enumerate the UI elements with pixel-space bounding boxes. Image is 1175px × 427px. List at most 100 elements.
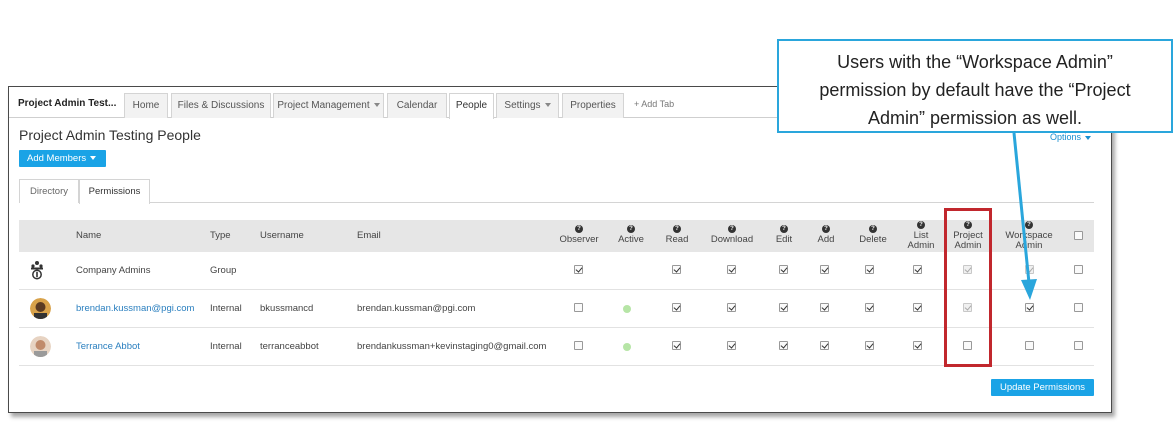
col-read: ? Read [661, 225, 693, 245]
tab-people[interactable]: People [449, 93, 494, 119]
download-checkbox[interactable] [727, 265, 736, 274]
project-admin-highlight-box [944, 208, 992, 367]
edit-checkbox[interactable] [779, 303, 788, 312]
col-label: Delete [859, 234, 887, 245]
help-icon[interactable]: ? [869, 225, 877, 233]
table-row: Company Admins Group [19, 252, 1094, 290]
row-select-checkbox[interactable] [1074, 341, 1083, 350]
col-add: ? Add [812, 225, 840, 245]
row-name-link[interactable]: brendan.kussman@pgi.com [76, 303, 194, 314]
chevron-down-icon [90, 156, 97, 161]
group-icon [31, 261, 43, 280]
help-icon[interactable]: ? [780, 225, 788, 233]
list-admin-checkbox[interactable] [913, 265, 922, 274]
help-icon[interactable]: ? [728, 225, 736, 233]
col-type[interactable]: Type [210, 231, 231, 241]
help-icon[interactable]: ? [1025, 221, 1033, 229]
workspace-admin-checkbox[interactable] [1025, 303, 1034, 312]
subtab-bar: Directory Permissions [19, 179, 1094, 204]
update-permissions-button[interactable]: Update Permissions [991, 379, 1094, 396]
row-email: brendan.kussman@pgi.com [357, 303, 476, 314]
add-checkbox[interactable] [820, 303, 829, 312]
select-all-checkbox[interactable] [1074, 231, 1083, 240]
tab-files-discussions[interactable]: Files & Discussions [171, 93, 271, 118]
subtab-permissions[interactable]: Permissions [79, 179, 150, 204]
delete-checkbox[interactable] [865, 265, 874, 274]
read-checkbox[interactable] [672, 341, 681, 350]
help-icon[interactable]: ? [917, 221, 925, 229]
options-menu[interactable]: Options [1050, 132, 1092, 142]
workspace-admin-checkbox[interactable] [1025, 265, 1034, 274]
avatar[interactable] [30, 336, 51, 357]
col-email[interactable]: Email [357, 231, 381, 241]
workspace-title[interactable]: Project Admin Test... [18, 98, 116, 109]
row-username: bkussmancd [260, 303, 314, 314]
delete-checkbox[interactable] [865, 341, 874, 350]
chevron-down-icon [544, 103, 551, 108]
add-checkbox[interactable] [820, 341, 829, 350]
add-members-label: Add Members [27, 153, 87, 164]
chevron-down-icon [1085, 135, 1092, 140]
row-name-link[interactable]: Terrance Abbot [76, 341, 140, 352]
row-name: Company Admins [76, 265, 151, 276]
tab-home[interactable]: Home [124, 93, 168, 118]
add-checkbox[interactable] [820, 265, 829, 274]
edit-checkbox[interactable] [779, 265, 788, 274]
col-label: List Admin [907, 230, 935, 251]
observer-checkbox[interactable] [574, 303, 583, 312]
col-edit: ? Edit [770, 225, 798, 245]
row-type: Internal [210, 303, 242, 314]
tab-calendar[interactable]: Calendar [387, 93, 447, 118]
add-members-button[interactable]: Add Members [19, 150, 106, 167]
download-checkbox[interactable] [727, 303, 736, 312]
row-select-checkbox[interactable] [1074, 303, 1083, 312]
col-username[interactable]: Username [260, 231, 304, 241]
help-icon[interactable]: ? [575, 225, 583, 233]
col-name[interactable]: Name [76, 231, 101, 241]
read-checkbox[interactable] [672, 303, 681, 312]
col-label: Add [817, 234, 835, 245]
callout-box: Users with the “Workspace Admin” permiss… [777, 39, 1173, 133]
subtab-directory[interactable]: Directory [19, 179, 79, 203]
col-label: Download [710, 234, 754, 245]
help-icon[interactable]: ? [673, 225, 681, 233]
observer-checkbox[interactable] [574, 265, 583, 274]
list-admin-checkbox[interactable] [913, 303, 922, 312]
table-header: Name Type Username Email ? Observer ? Acti… [19, 220, 1094, 252]
edit-checkbox[interactable] [779, 341, 788, 350]
table-row: brendan.kussman@pgi.com Internal bkussma… [19, 290, 1094, 328]
read-checkbox[interactable] [672, 265, 681, 274]
list-admin-checkbox[interactable] [913, 341, 922, 350]
table-row: Terrance Abbot Internal terranceabbot br… [19, 328, 1094, 366]
col-list-admin: ? List Admin [905, 221, 937, 251]
options-label: Options [1050, 132, 1082, 142]
active-status-dot [623, 343, 631, 351]
tab-properties[interactable]: Properties [562, 93, 624, 118]
col-download: ? Download [707, 225, 757, 245]
callout-line: Admin” permission as well. [867, 108, 1083, 128]
col-label: Read [665, 234, 689, 245]
observer-checkbox[interactable] [574, 341, 583, 350]
tab-project-management[interactable]: Project Management [273, 93, 384, 118]
col-delete: ? Delete [854, 225, 892, 245]
delete-checkbox[interactable] [865, 303, 874, 312]
row-select-checkbox[interactable] [1074, 265, 1083, 274]
workspace-admin-checkbox[interactable] [1025, 341, 1034, 350]
tab-label: Project Management [277, 100, 370, 111]
tab-settings[interactable]: Settings [496, 93, 559, 118]
col-label: Active [618, 234, 644, 245]
callout-line: Users with the “Workspace Admin” [837, 52, 1113, 72]
chevron-down-icon [373, 103, 380, 108]
tab-label: Settings [504, 100, 541, 111]
add-tab-link[interactable]: + Add Tab [634, 99, 674, 109]
avatar[interactable] [30, 298, 51, 319]
row-username: terranceabbot [260, 341, 319, 352]
page-title: Project Admin Testing People [19, 127, 201, 143]
col-observer: ? Observer [555, 225, 603, 245]
download-checkbox[interactable] [727, 341, 736, 350]
help-icon[interactable]: ? [822, 225, 830, 233]
col-active: ? Active [611, 225, 651, 245]
col-label: Observer [559, 234, 599, 245]
help-icon[interactable]: ? [627, 225, 635, 233]
col-label: Workspace Admin [1005, 230, 1053, 251]
